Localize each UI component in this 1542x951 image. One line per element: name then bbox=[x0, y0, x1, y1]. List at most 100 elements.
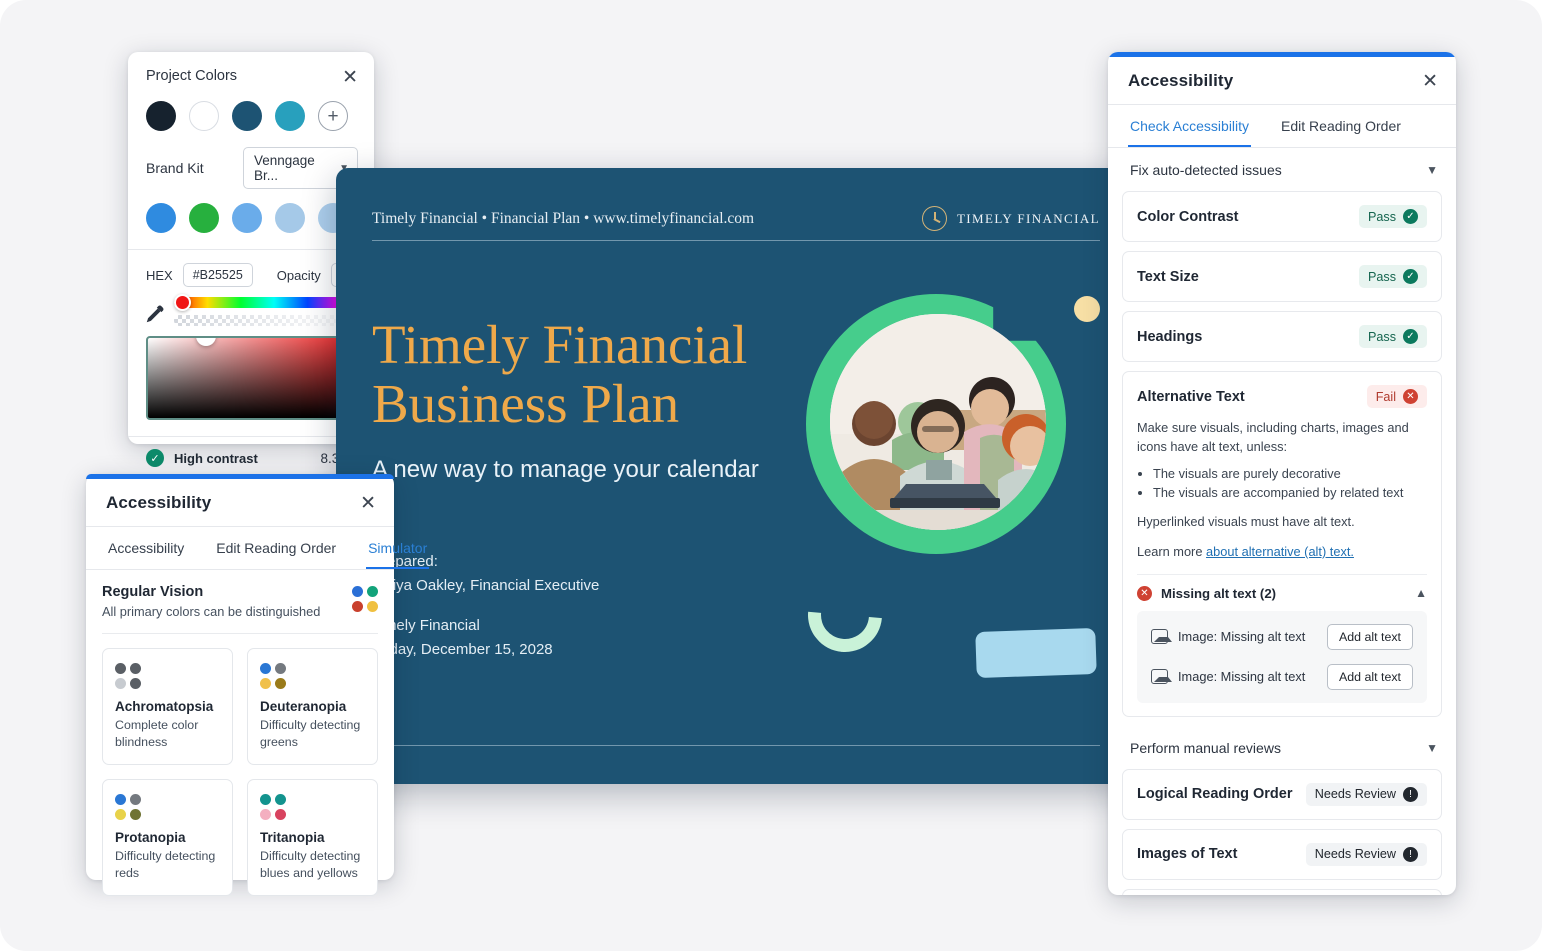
slide-canvas[interactable]: Timely Financial • Financial Plan • www.… bbox=[336, 168, 1136, 784]
regular-vision-row[interactable]: Regular Vision All primary colors can be… bbox=[102, 584, 378, 619]
error-icon: ✕ bbox=[1403, 389, 1418, 404]
missing-alt-issue-rows: Image: Missing alt text Add alt text Ima… bbox=[1137, 610, 1427, 703]
alt-text-note: Hyperlinked visuals must have alt text. bbox=[1137, 514, 1355, 530]
regular-vision-subtitle: All primary colors can be distinguished bbox=[102, 604, 321, 619]
status-badge: Needs Review ! bbox=[1305, 782, 1427, 806]
color-swatch[interactable] bbox=[275, 101, 305, 131]
hex-label: HEX bbox=[146, 267, 173, 283]
status-label: Needs Review bbox=[1314, 847, 1396, 862]
check-icon: ✓ bbox=[1403, 329, 1418, 344]
sim-card-protanopia[interactable]: Protanopia Difficulty detecting reds bbox=[102, 779, 233, 896]
sim-card-title: Achromatopsia bbox=[115, 699, 214, 714]
tab-edit-reading-order[interactable]: Edit Reading Order bbox=[214, 527, 338, 569]
check-item-headings[interactable]: Headings Pass ✓ bbox=[1122, 311, 1442, 362]
simulator-body: Regular Vision All primary colors can be… bbox=[86, 570, 394, 634]
accessibility-panel: Accessibility ✕ Check Accessibility Edit… bbox=[1108, 52, 1456, 895]
status-badge: Fail ✕ bbox=[1366, 385, 1427, 408]
color-swatch[interactable] bbox=[189, 101, 219, 131]
team-photo[interactable] bbox=[830, 314, 1046, 530]
accessibility-panel-header: Accessibility ✕ bbox=[1108, 57, 1456, 105]
slide-rule-top bbox=[372, 240, 1100, 241]
opacity-label: Opacity bbox=[276, 267, 321, 283]
close-icon[interactable]: ✕ bbox=[360, 494, 376, 513]
slide-prepared-block[interactable]: Prepared: Maiya Oakley, Financial Execut… bbox=[372, 550, 772, 662]
issue-row[interactable]: Image: Missing alt text Add alt text bbox=[1145, 617, 1419, 657]
check-icon: ✓ bbox=[1403, 209, 1418, 224]
slide-brand-name: TIMELY FINANCIAL bbox=[956, 210, 1100, 226]
check-icon: ✓ bbox=[1403, 269, 1418, 284]
slide-subtitle[interactable]: A new way to manage your calendar bbox=[372, 456, 842, 484]
check-head: Alternative Text Fail ✕ bbox=[1137, 385, 1427, 408]
close-icon[interactable]: ✕ bbox=[1422, 72, 1438, 91]
hex-input[interactable]: #B25525 bbox=[182, 263, 253, 287]
simulator-card-grid: Achromatopsia Complete color blindness D… bbox=[86, 634, 394, 896]
status-label: Fail bbox=[1375, 389, 1396, 404]
sim-card-desc: Complete color blindness bbox=[115, 718, 199, 749]
status-label: Needs Review bbox=[1314, 787, 1396, 802]
check-name: Color Contrast bbox=[1137, 208, 1239, 225]
slide-rule-bottom bbox=[372, 745, 1100, 746]
status-badge: Pass ✓ bbox=[1359, 265, 1427, 288]
add-alt-text-button[interactable]: Add alt text bbox=[1327, 663, 1413, 690]
brand-color-swatch[interactable] bbox=[189, 203, 219, 233]
auto-detected-section-label: Fix auto-detected issues bbox=[1130, 162, 1282, 178]
check-item-alternative-text[interactable]: Alternative Text Fail ✕ Make sure visual… bbox=[1122, 371, 1442, 717]
clock-icon bbox=[921, 206, 947, 231]
status-badge: Needs Review ! bbox=[1305, 842, 1427, 866]
deuteranopia-dots bbox=[260, 663, 365, 689]
slide-meta-text: Timely Financial • Financial Plan • www.… bbox=[372, 209, 755, 227]
check-item-text-size[interactable]: Text Size Pass ✓ bbox=[1122, 251, 1442, 302]
missing-alt-issue-head[interactable]: ✕ Missing alt text (2) ▲ bbox=[1137, 585, 1427, 601]
tab-edit-reading-order[interactable]: Edit Reading Order bbox=[1279, 105, 1403, 147]
issue-row[interactable]: Image: Missing alt text Add alt text bbox=[1145, 657, 1419, 697]
learn-more-prefix: Learn more bbox=[1137, 544, 1206, 560]
check-head: Color Contrast Pass ✓ bbox=[1137, 205, 1427, 228]
alt-text-link[interactable]: about alternative (alt) text. bbox=[1206, 544, 1354, 559]
add-color-button[interactable]: + bbox=[318, 101, 348, 131]
tab-simulator[interactable]: Simulator bbox=[366, 527, 430, 569]
check-item-color-contrast[interactable]: Color Contrast Pass ✓ bbox=[1122, 191, 1442, 242]
check-head: Headings Pass ✓ bbox=[1137, 325, 1427, 348]
status-label: Pass bbox=[1368, 329, 1396, 344]
project-swatch-row: + bbox=[128, 87, 374, 131]
sim-card-title: Tritanopia bbox=[260, 830, 325, 845]
tab-check-accessibility[interactable]: Check Accessibility bbox=[1128, 105, 1252, 147]
info-icon: ! bbox=[1403, 846, 1418, 862]
close-icon[interactable]: ✕ bbox=[342, 68, 358, 87]
sim-card-tritanopia[interactable]: Tritanopia Difficulty detecting blues an… bbox=[247, 779, 378, 896]
add-alt-text-button[interactable]: Add alt text bbox=[1327, 623, 1413, 650]
check-name: Text Size bbox=[1137, 268, 1199, 285]
check-name: Alternative Text bbox=[1137, 388, 1245, 405]
auto-detected-section-toggle[interactable]: Fix auto-detected issues ▼ bbox=[1108, 148, 1456, 191]
contrast-label: High contrast bbox=[174, 450, 258, 466]
missing-alt-title: Missing alt text (2) bbox=[1161, 585, 1277, 601]
decorative-dot bbox=[1074, 296, 1100, 322]
team-photo-illustration bbox=[830, 314, 1046, 530]
manual-reviews-section-toggle[interactable]: Perform manual reviews ▼ bbox=[1108, 726, 1456, 769]
accessibility-tabs: Check Accessibility Edit Reading Order bbox=[1108, 105, 1456, 148]
tab-accessibility[interactable]: Accessibility bbox=[106, 527, 186, 569]
check-item-logical-reading-order[interactable]: Logical Reading Order Needs Review ! bbox=[1122, 768, 1442, 820]
brand-color-swatch[interactable] bbox=[275, 203, 305, 233]
sim-card-achromatopsia[interactable]: Achromatopsia Complete color blindness bbox=[102, 648, 233, 765]
eyedropper-icon[interactable] bbox=[144, 303, 166, 325]
chevron-down-icon: ▼ bbox=[1426, 163, 1438, 177]
slide-brandmark: TIMELY FINANCIAL bbox=[921, 206, 1100, 231]
check-item-images-of-text[interactable]: Images of Text Needs Review ! bbox=[1122, 828, 1442, 880]
slide-title[interactable]: Timely Financial Business Plan bbox=[372, 315, 842, 434]
check-item-use-of-color[interactable]: Use of Color Needs Review ! bbox=[1122, 888, 1442, 895]
sv-handle[interactable] bbox=[196, 338, 216, 346]
color-swatch[interactable] bbox=[232, 101, 262, 131]
brand-color-swatch[interactable] bbox=[146, 203, 176, 233]
color-swatch[interactable] bbox=[146, 101, 176, 131]
hue-slider-handle[interactable] bbox=[174, 294, 191, 311]
error-icon: ✕ bbox=[1137, 585, 1152, 601]
image-icon bbox=[1151, 669, 1172, 685]
saturation-value-area[interactable] bbox=[146, 336, 358, 420]
sim-card-deuteranopia[interactable]: Deuteranopia Difficulty detecting greens bbox=[247, 648, 378, 765]
simulator-panel-header: Accessibility ✕ bbox=[86, 479, 394, 527]
chevron-up-icon[interactable]: ▲ bbox=[1415, 586, 1427, 600]
brand-color-swatch[interactable] bbox=[232, 203, 262, 233]
project-colors-header: Project Colors ✕ bbox=[128, 52, 374, 87]
